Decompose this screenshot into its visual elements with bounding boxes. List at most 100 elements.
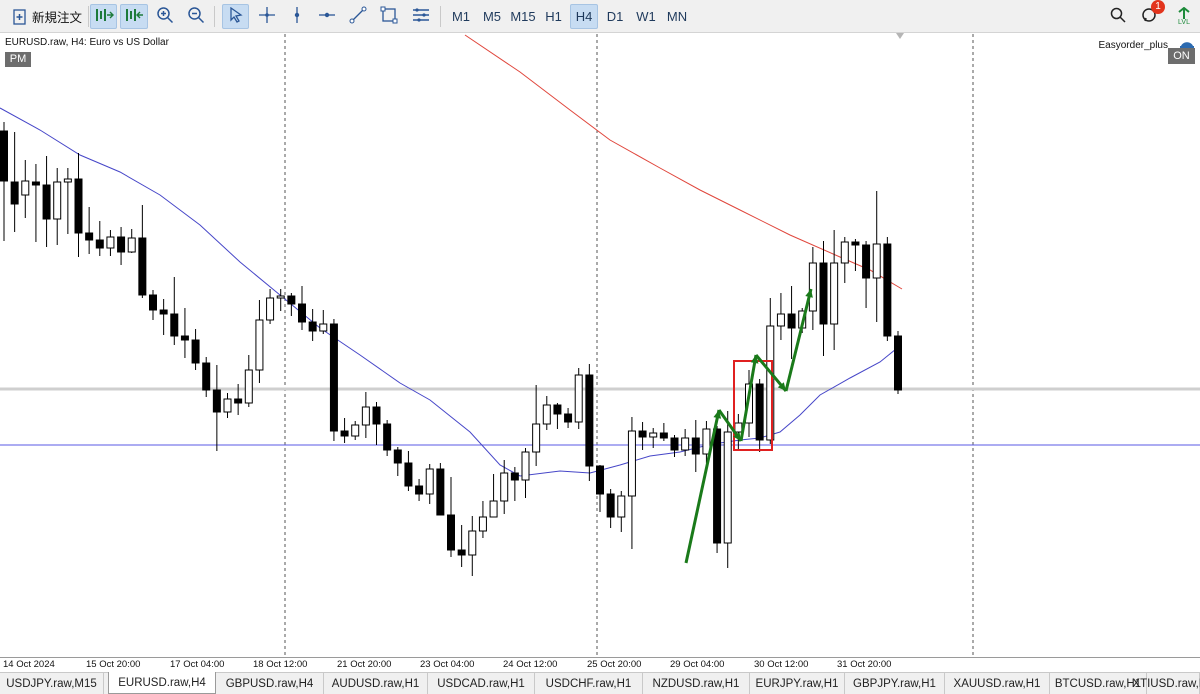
- symbol-tab[interactable]: USDJPY.raw,M15: [0, 673, 104, 694]
- lvl-label: LVL: [1178, 18, 1190, 26]
- zoom-in-button[interactable]: [152, 4, 177, 29]
- toolbar-separator: [88, 6, 89, 27]
- chart-shift-icon: [124, 7, 144, 26]
- notifications-button[interactable]: 1: [1136, 0, 1165, 29]
- candle-body: [542, 404, 551, 425]
- candle: [42, 156, 51, 247]
- indicators-list-icon: [411, 6, 431, 27]
- timeframe-w1[interactable]: W1: [633, 4, 659, 29]
- candle: [393, 447, 402, 476]
- candle: [31, 164, 40, 242]
- candle: [404, 451, 413, 491]
- timeframe-m15[interactable]: M15: [508, 4, 538, 29]
- timeframe-mn[interactable]: MN: [663, 4, 691, 29]
- candle: [308, 309, 317, 341]
- cursor-tool-button[interactable]: [222, 4, 249, 29]
- candle-body: [266, 297, 275, 321]
- timeframe-m1[interactable]: M1: [448, 4, 474, 29]
- search-icon: [1109, 6, 1127, 27]
- symbol-tab[interactable]: XTIUSD.raw,H1: [1132, 673, 1200, 694]
- candle: [191, 329, 200, 370]
- candle-body: [808, 262, 817, 312]
- candle: [532, 385, 541, 466]
- shapes-button[interactable]: [376, 4, 401, 29]
- candle: [319, 310, 328, 334]
- candle-body: [31, 181, 40, 186]
- symbol-tab[interactable]: USDCAD.raw,H1: [428, 673, 535, 694]
- candle-body: [244, 369, 253, 404]
- timeframe-d1[interactable]: D1: [602, 4, 628, 29]
- candle-body: [21, 180, 30, 196]
- candle-body: [10, 181, 19, 205]
- time-label: 15 Oct 20:00: [86, 659, 141, 670]
- new-order-label: 新規注文: [31, 11, 82, 25]
- symbol-tab[interactable]: EURJPY.raw,H1: [750, 673, 845, 694]
- symbol-tab[interactable]: AUDUSD.raw,H1: [324, 673, 428, 694]
- signal-level-button[interactable]: LVL: [1172, 4, 1196, 29]
- timeframe-h4[interactable]: H4: [570, 4, 598, 29]
- candle: [883, 237, 892, 341]
- candle-body: [574, 374, 583, 423]
- candle-body: [436, 468, 445, 516]
- symbol-tab[interactable]: NZDUSD.raw,H1: [643, 673, 750, 694]
- chart-area[interactable]: [0, 33, 1200, 657]
- candle-body: [74, 178, 83, 234]
- timeframe-m5[interactable]: M5: [478, 4, 506, 29]
- candle: [159, 299, 168, 335]
- search-button[interactable]: [1105, 4, 1130, 29]
- signal-icon: [1177, 6, 1191, 19]
- candle-body: [649, 432, 658, 438]
- candle: [138, 205, 147, 298]
- candle: [872, 191, 881, 322]
- candle-body: [894, 335, 902, 391]
- indicators-button[interactable]: [407, 4, 434, 29]
- candle: [585, 364, 594, 481]
- time-axis: 14 Oct 2024 15 Oct 20:00 17 Oct 04:00 18…: [0, 657, 1200, 672]
- candle-body: [0, 130, 8, 182]
- candle: [447, 477, 455, 557]
- price-chart[interactable]: [0, 33, 1200, 657]
- candle: [840, 237, 849, 283]
- symbol-tab[interactable]: XAUUSD.raw,H1: [945, 673, 1050, 694]
- horizontal-line-button[interactable]: [314, 4, 339, 29]
- time-label: 23 Oct 04:00: [420, 659, 475, 670]
- candle-body: [713, 428, 722, 544]
- zoom-out-button[interactable]: [183, 4, 208, 29]
- candle-body: [830, 262, 839, 325]
- auto-scroll-button[interactable]: [90, 4, 117, 29]
- candle-body: [159, 309, 168, 315]
- new-order-button[interactable]: 新規注文: [8, 4, 86, 29]
- vertical-line-button[interactable]: [284, 4, 309, 29]
- candle: [723, 411, 732, 568]
- candle: [776, 293, 785, 340]
- candle-body: [468, 530, 477, 556]
- crosshair-icon: [258, 6, 276, 27]
- zoom-out-icon: [187, 6, 205, 27]
- symbol-tab[interactable]: GBPJPY.raw,H1: [845, 673, 945, 694]
- timeframe-h1[interactable]: H1: [541, 4, 566, 29]
- candle: [659, 423, 668, 441]
- candle-body: [478, 516, 487, 532]
- ea-status-badge: ON: [1168, 48, 1195, 64]
- trendline-button[interactable]: [345, 4, 370, 29]
- crosshair-button[interactable]: [254, 4, 279, 29]
- candle: [180, 308, 189, 358]
- candle: [95, 221, 104, 256]
- chart-shift-button[interactable]: [120, 4, 148, 29]
- candle: [574, 368, 583, 429]
- candle: [596, 465, 604, 512]
- candle-body: [415, 485, 424, 495]
- candle-body: [276, 295, 285, 299]
- symbol-tab[interactable]: USDCHF.raw,H1: [535, 673, 643, 694]
- notification-badge: 1: [1151, 0, 1165, 14]
- time-label: 21 Oct 20:00: [337, 659, 392, 670]
- symbol-tab[interactable]: EURUSD.raw,H4: [108, 672, 216, 694]
- candle: [617, 491, 626, 532]
- candle: [149, 290, 157, 320]
- candle: [606, 489, 615, 528]
- auto-scroll-icon: [94, 7, 114, 26]
- symbol-tab[interactable]: GBPUSD.raw,H4: [216, 673, 324, 694]
- candle-body: [553, 404, 562, 415]
- candle-body: [723, 431, 732, 544]
- candle-body: [851, 241, 860, 246]
